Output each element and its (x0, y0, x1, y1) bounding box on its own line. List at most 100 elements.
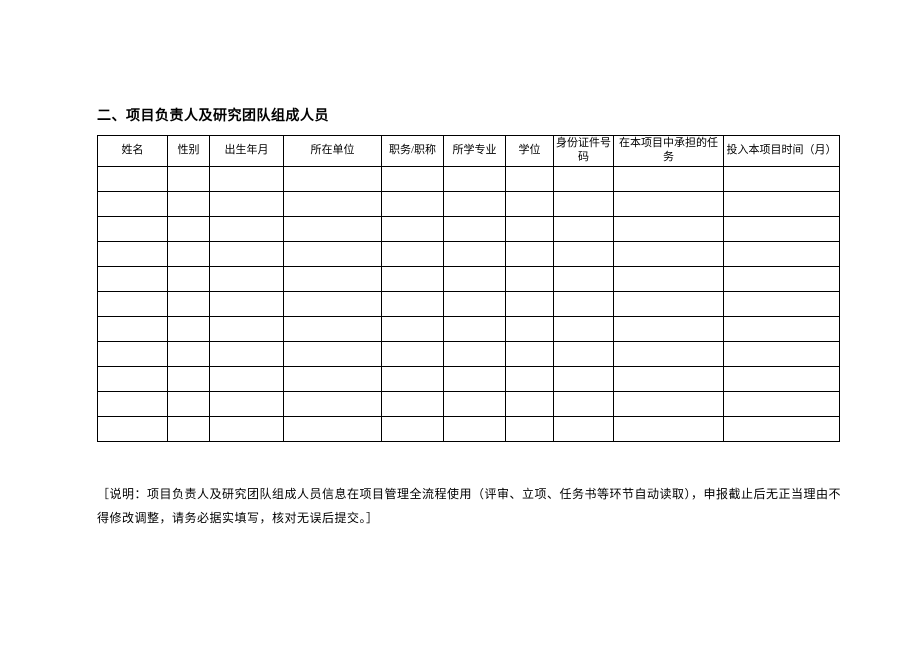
cell-major[interactable] (444, 242, 506, 267)
cell-degree[interactable] (506, 292, 554, 317)
cell-major[interactable] (444, 317, 506, 342)
cell-dob[interactable] (210, 267, 284, 292)
cell-position[interactable] (382, 392, 444, 417)
cell-unit[interactable] (284, 192, 382, 217)
cell-unit[interactable] (284, 367, 382, 392)
cell-role[interactable] (614, 342, 724, 367)
cell-name[interactable] (98, 417, 168, 442)
cell-idno[interactable] (554, 367, 614, 392)
cell-unit[interactable] (284, 417, 382, 442)
cell-role[interactable] (614, 417, 724, 442)
cell-degree[interactable] (506, 192, 554, 217)
cell-sex[interactable] (168, 417, 210, 442)
cell-unit[interactable] (284, 217, 382, 242)
cell-dob[interactable] (210, 342, 284, 367)
cell-degree[interactable] (506, 417, 554, 442)
cell-name[interactable] (98, 267, 168, 292)
cell-role[interactable] (614, 192, 724, 217)
cell-idno[interactable] (554, 392, 614, 417)
cell-role[interactable] (614, 267, 724, 292)
cell-idno[interactable] (554, 417, 614, 442)
cell-idno[interactable] (554, 192, 614, 217)
cell-position[interactable] (382, 217, 444, 242)
cell-position[interactable] (382, 342, 444, 367)
cell-degree[interactable] (506, 317, 554, 342)
cell-time[interactable] (724, 267, 840, 292)
cell-unit[interactable] (284, 292, 382, 317)
cell-name[interactable] (98, 192, 168, 217)
cell-dob[interactable] (210, 292, 284, 317)
cell-time[interactable] (724, 342, 840, 367)
cell-idno[interactable] (554, 167, 614, 192)
cell-sex[interactable] (168, 267, 210, 292)
cell-name[interactable] (98, 217, 168, 242)
cell-time[interactable] (724, 167, 840, 192)
cell-sex[interactable] (168, 192, 210, 217)
cell-idno[interactable] (554, 267, 614, 292)
cell-sex[interactable] (168, 292, 210, 317)
cell-position[interactable] (382, 167, 444, 192)
cell-idno[interactable] (554, 217, 614, 242)
cell-unit[interactable] (284, 242, 382, 267)
cell-position[interactable] (382, 292, 444, 317)
cell-dob[interactable] (210, 317, 284, 342)
cell-unit[interactable] (284, 342, 382, 367)
cell-dob[interactable] (210, 417, 284, 442)
cell-unit[interactable] (284, 167, 382, 192)
cell-position[interactable] (382, 267, 444, 292)
cell-degree[interactable] (506, 167, 554, 192)
cell-position[interactable] (382, 417, 444, 442)
cell-major[interactable] (444, 367, 506, 392)
cell-degree[interactable] (506, 367, 554, 392)
cell-unit[interactable] (284, 317, 382, 342)
cell-sex[interactable] (168, 167, 210, 192)
cell-name[interactable] (98, 242, 168, 267)
cell-degree[interactable] (506, 217, 554, 242)
cell-time[interactable] (724, 317, 840, 342)
cell-role[interactable] (614, 242, 724, 267)
cell-major[interactable] (444, 292, 506, 317)
cell-role[interactable] (614, 217, 724, 242)
cell-time[interactable] (724, 242, 840, 267)
cell-degree[interactable] (506, 342, 554, 367)
cell-idno[interactable] (554, 317, 614, 342)
cell-dob[interactable] (210, 217, 284, 242)
cell-idno[interactable] (554, 342, 614, 367)
cell-unit[interactable] (284, 392, 382, 417)
cell-position[interactable] (382, 317, 444, 342)
cell-degree[interactable] (506, 267, 554, 292)
cell-dob[interactable] (210, 242, 284, 267)
cell-sex[interactable] (168, 392, 210, 417)
cell-dob[interactable] (210, 367, 284, 392)
cell-dob[interactable] (210, 392, 284, 417)
cell-time[interactable] (724, 292, 840, 317)
cell-time[interactable] (724, 392, 840, 417)
cell-sex[interactable] (168, 342, 210, 367)
cell-dob[interactable] (210, 192, 284, 217)
cell-name[interactable] (98, 367, 168, 392)
cell-time[interactable] (724, 217, 840, 242)
cell-role[interactable] (614, 367, 724, 392)
cell-sex[interactable] (168, 242, 210, 267)
cell-position[interactable] (382, 242, 444, 267)
cell-sex[interactable] (168, 217, 210, 242)
cell-role[interactable] (614, 392, 724, 417)
cell-degree[interactable] (506, 242, 554, 267)
cell-major[interactable] (444, 192, 506, 217)
cell-major[interactable] (444, 342, 506, 367)
cell-name[interactable] (98, 342, 168, 367)
cell-dob[interactable] (210, 167, 284, 192)
cell-time[interactable] (724, 417, 840, 442)
cell-position[interactable] (382, 367, 444, 392)
cell-degree[interactable] (506, 392, 554, 417)
cell-major[interactable] (444, 167, 506, 192)
cell-sex[interactable] (168, 317, 210, 342)
cell-role[interactable] (614, 167, 724, 192)
cell-name[interactable] (98, 392, 168, 417)
cell-unit[interactable] (284, 267, 382, 292)
cell-name[interactable] (98, 317, 168, 342)
cell-idno[interactable] (554, 242, 614, 267)
cell-time[interactable] (724, 192, 840, 217)
cell-name[interactable] (98, 292, 168, 317)
cell-idno[interactable] (554, 292, 614, 317)
